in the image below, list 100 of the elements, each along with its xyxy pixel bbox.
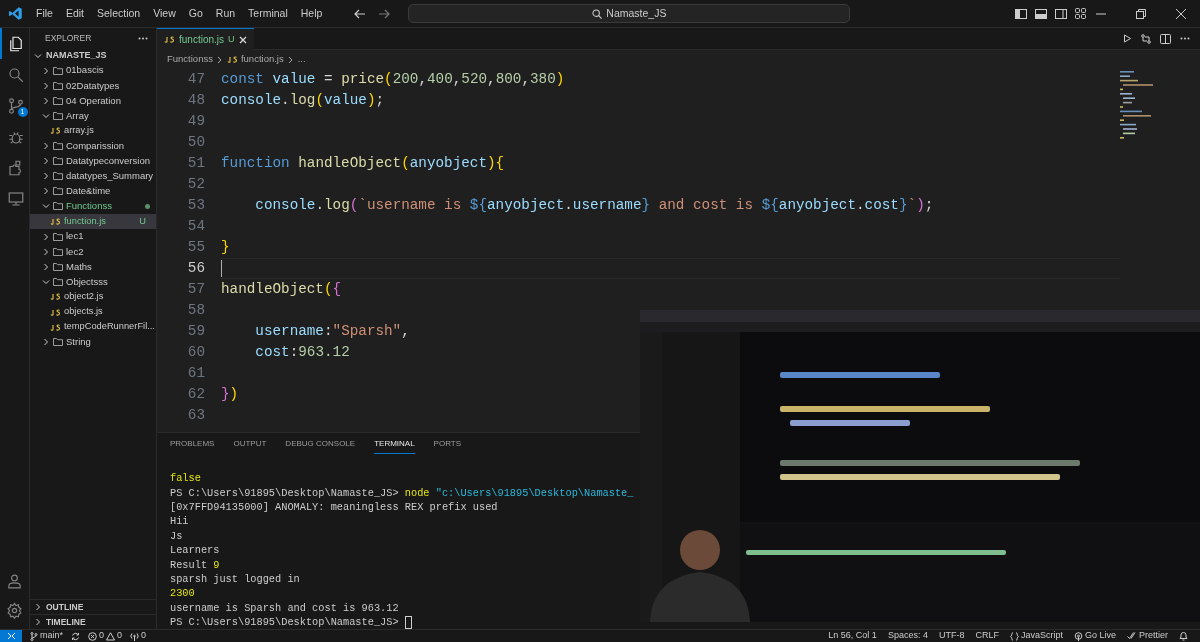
breadcrumb-item[interactable]: function.js	[226, 52, 284, 67]
folder-icon	[53, 338, 63, 347]
sync-icon[interactable]	[71, 631, 80, 641]
terminal-line: [0x7FFD94135000] ANOMALY: meaningless REX prefix used	[170, 499, 498, 514]
tree-item[interactable]: 04 Operation	[30, 93, 156, 109]
error-icon	[88, 631, 97, 641]
tree-item[interactable]: String	[30, 334, 156, 350]
tree-item[interactable]: object2.js	[30, 289, 156, 305]
search-field[interactable]: Namaste_JS	[408, 4, 851, 23]
tree-item[interactable]: objects.js	[30, 304, 156, 320]
play-icon[interactable]	[1123, 34, 1132, 43]
menu-item[interactable]: Selection	[91, 5, 147, 22]
secondary-sidebar-icon[interactable]	[1055, 8, 1067, 19]
line-number: 55	[186, 237, 205, 257]
panel-tab[interactable]: OUTPUT	[233, 434, 267, 454]
close-icon[interactable]	[1176, 8, 1186, 19]
tree-item[interactable]: 01bascis	[30, 63, 156, 79]
remote-button[interactable]	[0, 629, 22, 642]
tree-item[interactable]: Comparission	[30, 138, 156, 154]
settings-icon[interactable]	[6, 602, 23, 619]
broadcast-icon	[1073, 631, 1083, 641]
terminal-line: username is Sparsh and cost is 963.12	[170, 600, 399, 615]
back-arrow-icon[interactable]	[354, 7, 367, 20]
more-icon[interactable]	[1180, 37, 1190, 40]
more-icon[interactable]	[138, 36, 148, 40]
menu-item[interactable]: Terminal	[242, 5, 294, 22]
terminal-line: Js	[170, 528, 183, 543]
split-editor-icon[interactable]	[1160, 33, 1171, 44]
menu-item[interactable]: File	[30, 5, 59, 22]
compare-changes-icon[interactable]	[1141, 33, 1151, 44]
panel-tab[interactable]: TERMINAL	[374, 434, 415, 454]
sidebar-layout-icon[interactable]	[1015, 8, 1027, 19]
tree-item[interactable]: Maths	[30, 259, 156, 275]
panel-tab[interactable]: PROBLEMS	[170, 434, 215, 454]
breadcrumb-item[interactable]: Functionss	[167, 52, 213, 67]
js-file-icon	[50, 218, 61, 225]
tree-item[interactable]: Datatypeconversion	[30, 153, 156, 169]
menu-item[interactable]: Run	[209, 5, 242, 22]
line-number: 49	[186, 111, 205, 131]
js-file-icon	[164, 36, 175, 43]
forward-arrow-icon[interactable]	[378, 7, 391, 20]
line-number: 59	[186, 321, 205, 341]
bell-icon[interactable]	[1179, 631, 1188, 641]
menu-item[interactable]: Go	[182, 5, 209, 22]
search-icon	[592, 8, 603, 19]
terminal-line: PS C:\Users\91895\Desktop\Namaste_JS> node "c:\Users\91895\Desktop\Namaste_	[170, 485, 634, 500]
folder-header[interactable]: NAMASTE_JS	[30, 48, 156, 63]
source-control-icon	[6, 96, 25, 115]
terminal-line: PS C:\Users\91895\Desktop\Namaste_JS>	[170, 615, 400, 630]
remote-icon	[6, 632, 16, 640]
tree-item[interactable]: tempCodeRunnerFil...	[30, 319, 156, 335]
code-line: console.log(value);	[221, 90, 385, 110]
code-line: username:"Sparsh",	[254, 321, 410, 341]
tree-item[interactable]: function.js U	[30, 213, 156, 230]
account-icon[interactable]	[6, 573, 23, 590]
js-file-icon	[50, 293, 61, 301]
menu-item[interactable]: Edit	[59, 5, 90, 22]
restore-icon[interactable]	[1136, 8, 1146, 19]
tree-item[interactable]: array.js	[30, 123, 156, 139]
code-line: }	[221, 237, 230, 257]
menu-item[interactable]: View	[147, 5, 182, 22]
js-file-icon	[50, 127, 61, 135]
panel-layout-icon[interactable]	[1035, 8, 1047, 19]
section-header[interactable]: OUTLINE	[30, 599, 156, 614]
editor-tab[interactable]: function.js U	[157, 28, 254, 50]
language-mode[interactable]: JavaScript	[1009, 629, 1063, 642]
js-file-icon	[50, 323, 61, 331]
status-item[interactable]: CRLF	[975, 629, 999, 642]
tree-item[interactable]: Array	[30, 108, 156, 124]
status-item[interactable]: UTF-8	[938, 629, 965, 642]
sidebar-title: EXPLORER	[45, 31, 92, 45]
status-item[interactable]: Spaces: 4	[887, 629, 928, 642]
search-icon	[6, 65, 25, 84]
line-number: 60	[186, 342, 205, 362]
tree-item[interactable]: lec2	[30, 244, 156, 260]
prettier-button[interactable]: Prettier	[1127, 629, 1168, 642]
ports-indicator[interactable]: 0	[130, 629, 147, 642]
tree-item[interactable]: Objectsss	[30, 274, 156, 290]
menu-item[interactable]: Help	[294, 5, 329, 22]
tree-item[interactable]: datatypes_Summary	[30, 168, 156, 184]
line-number: 50	[186, 132, 205, 152]
close-icon[interactable]	[238, 35, 247, 44]
tree-item[interactable]: Functionss	[30, 198, 156, 214]
tree-item[interactable]: lec1	[30, 229, 156, 245]
layout-grid-icon[interactable]	[1075, 8, 1086, 19]
line-number: 62	[186, 384, 205, 404]
breadcrumb-item[interactable]: ...	[297, 52, 306, 67]
line-number: 51	[186, 153, 205, 173]
problems-indicator[interactable]: 0 0	[88, 629, 123, 642]
line-number: 52	[186, 174, 205, 194]
branch-indicator[interactable]: main*	[30, 629, 63, 642]
minimize-icon[interactable]	[1096, 12, 1106, 15]
status-item[interactable]: Ln 56, Col 1	[828, 629, 877, 642]
panel-tab[interactable]: PORTS	[433, 434, 462, 454]
double-check-icon	[1127, 632, 1137, 640]
tree-item[interactable]: Date&time	[30, 183, 156, 199]
panel-tab[interactable]: DEBUG CONSOLE	[285, 434, 356, 454]
js-file-icon	[226, 56, 238, 63]
go-live-button[interactable]: Go Live	[1073, 629, 1116, 642]
tree-item[interactable]: 02Datatypes	[30, 78, 156, 94]
